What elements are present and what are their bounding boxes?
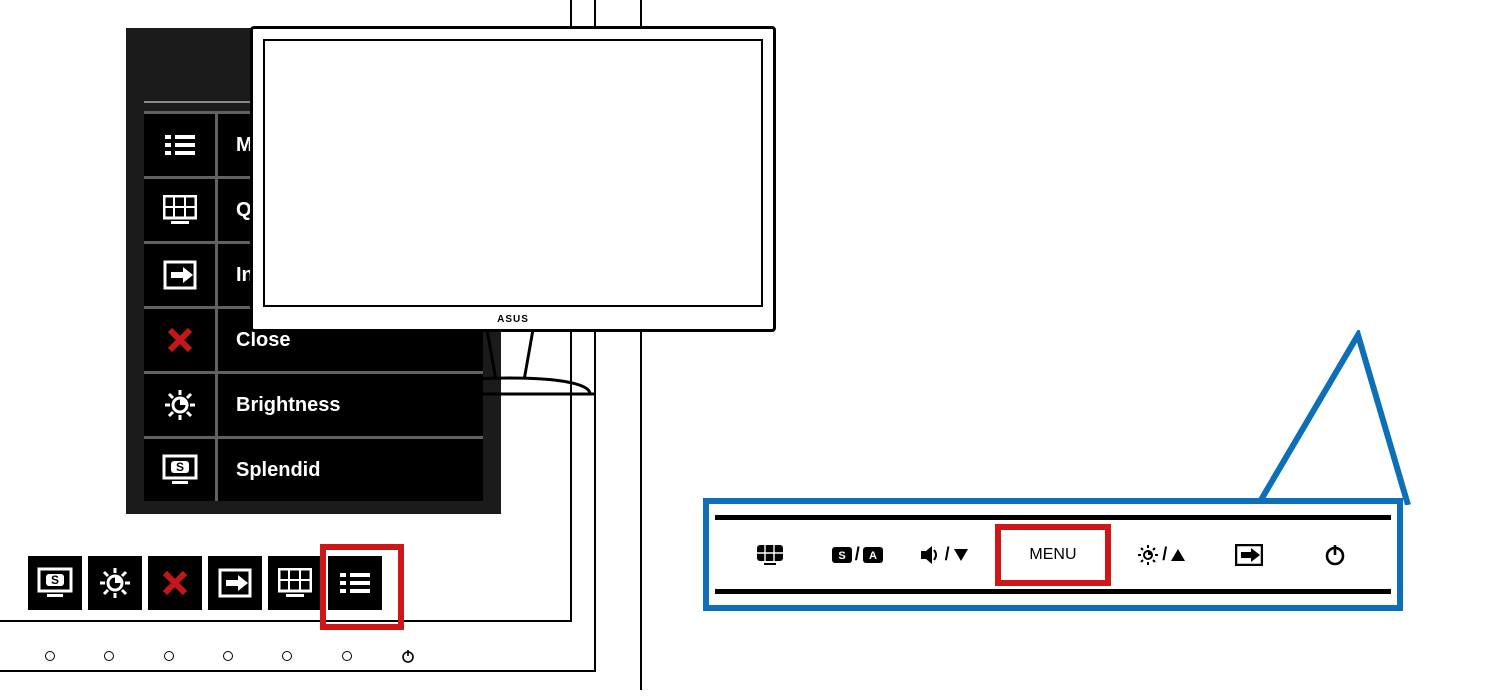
input-bw-icon (1235, 544, 1263, 566)
brightness-icon (144, 374, 218, 436)
bright-up-icon: / (1138, 544, 1185, 565)
indicator-dot-row (45, 649, 415, 663)
menu-label: MENU (1029, 546, 1076, 564)
splendid-icon: S (144, 439, 218, 501)
callout-pointer (1258, 330, 1418, 505)
input-icon (144, 244, 218, 306)
monitor-screen: ASUS (250, 26, 776, 332)
svg-text:S: S (51, 573, 59, 587)
volume-down-button[interactable]: / (908, 530, 980, 580)
input-button[interactable] (1213, 530, 1285, 580)
strip-brightness-icon[interactable] (88, 556, 142, 610)
brightness-up-button[interactable]: / (1126, 530, 1198, 580)
quickfit-bw-icon (756, 544, 784, 566)
strip-quickfit-icon[interactable] (268, 556, 322, 610)
osd-item-label: Splendid (218, 439, 483, 501)
strip-close-icon[interactable] (148, 556, 202, 610)
close-icon (144, 309, 218, 371)
menu-button[interactable]: MENU (995, 524, 1111, 586)
s-a-icon: S / A (832, 544, 883, 565)
osd-item-splendid[interactable]: S Splendid (144, 436, 483, 501)
power-icon (1324, 544, 1346, 566)
power-indicator-icon (401, 649, 415, 663)
svg-text:S: S (175, 460, 183, 474)
osd-button-strip: S (28, 556, 382, 610)
strip-input-icon[interactable] (208, 556, 262, 610)
svg-text:A: A (869, 550, 877, 562)
monitor-illustration: ASUS (250, 26, 770, 394)
volume-down-icon: / (921, 544, 968, 565)
strip-highlight (320, 544, 404, 630)
splendid-button[interactable]: S / A (821, 530, 893, 580)
strip-splendid-icon[interactable]: S (28, 556, 82, 610)
list-icon (144, 114, 218, 176)
svg-text:S: S (838, 550, 845, 562)
monitor-logo: ASUS (497, 314, 529, 325)
quickfit-button[interactable] (734, 530, 806, 580)
quickfit-icon (144, 179, 218, 241)
monitor-button-bar: S / A / MENU (703, 498, 1403, 611)
power-button[interactable] (1299, 530, 1371, 580)
